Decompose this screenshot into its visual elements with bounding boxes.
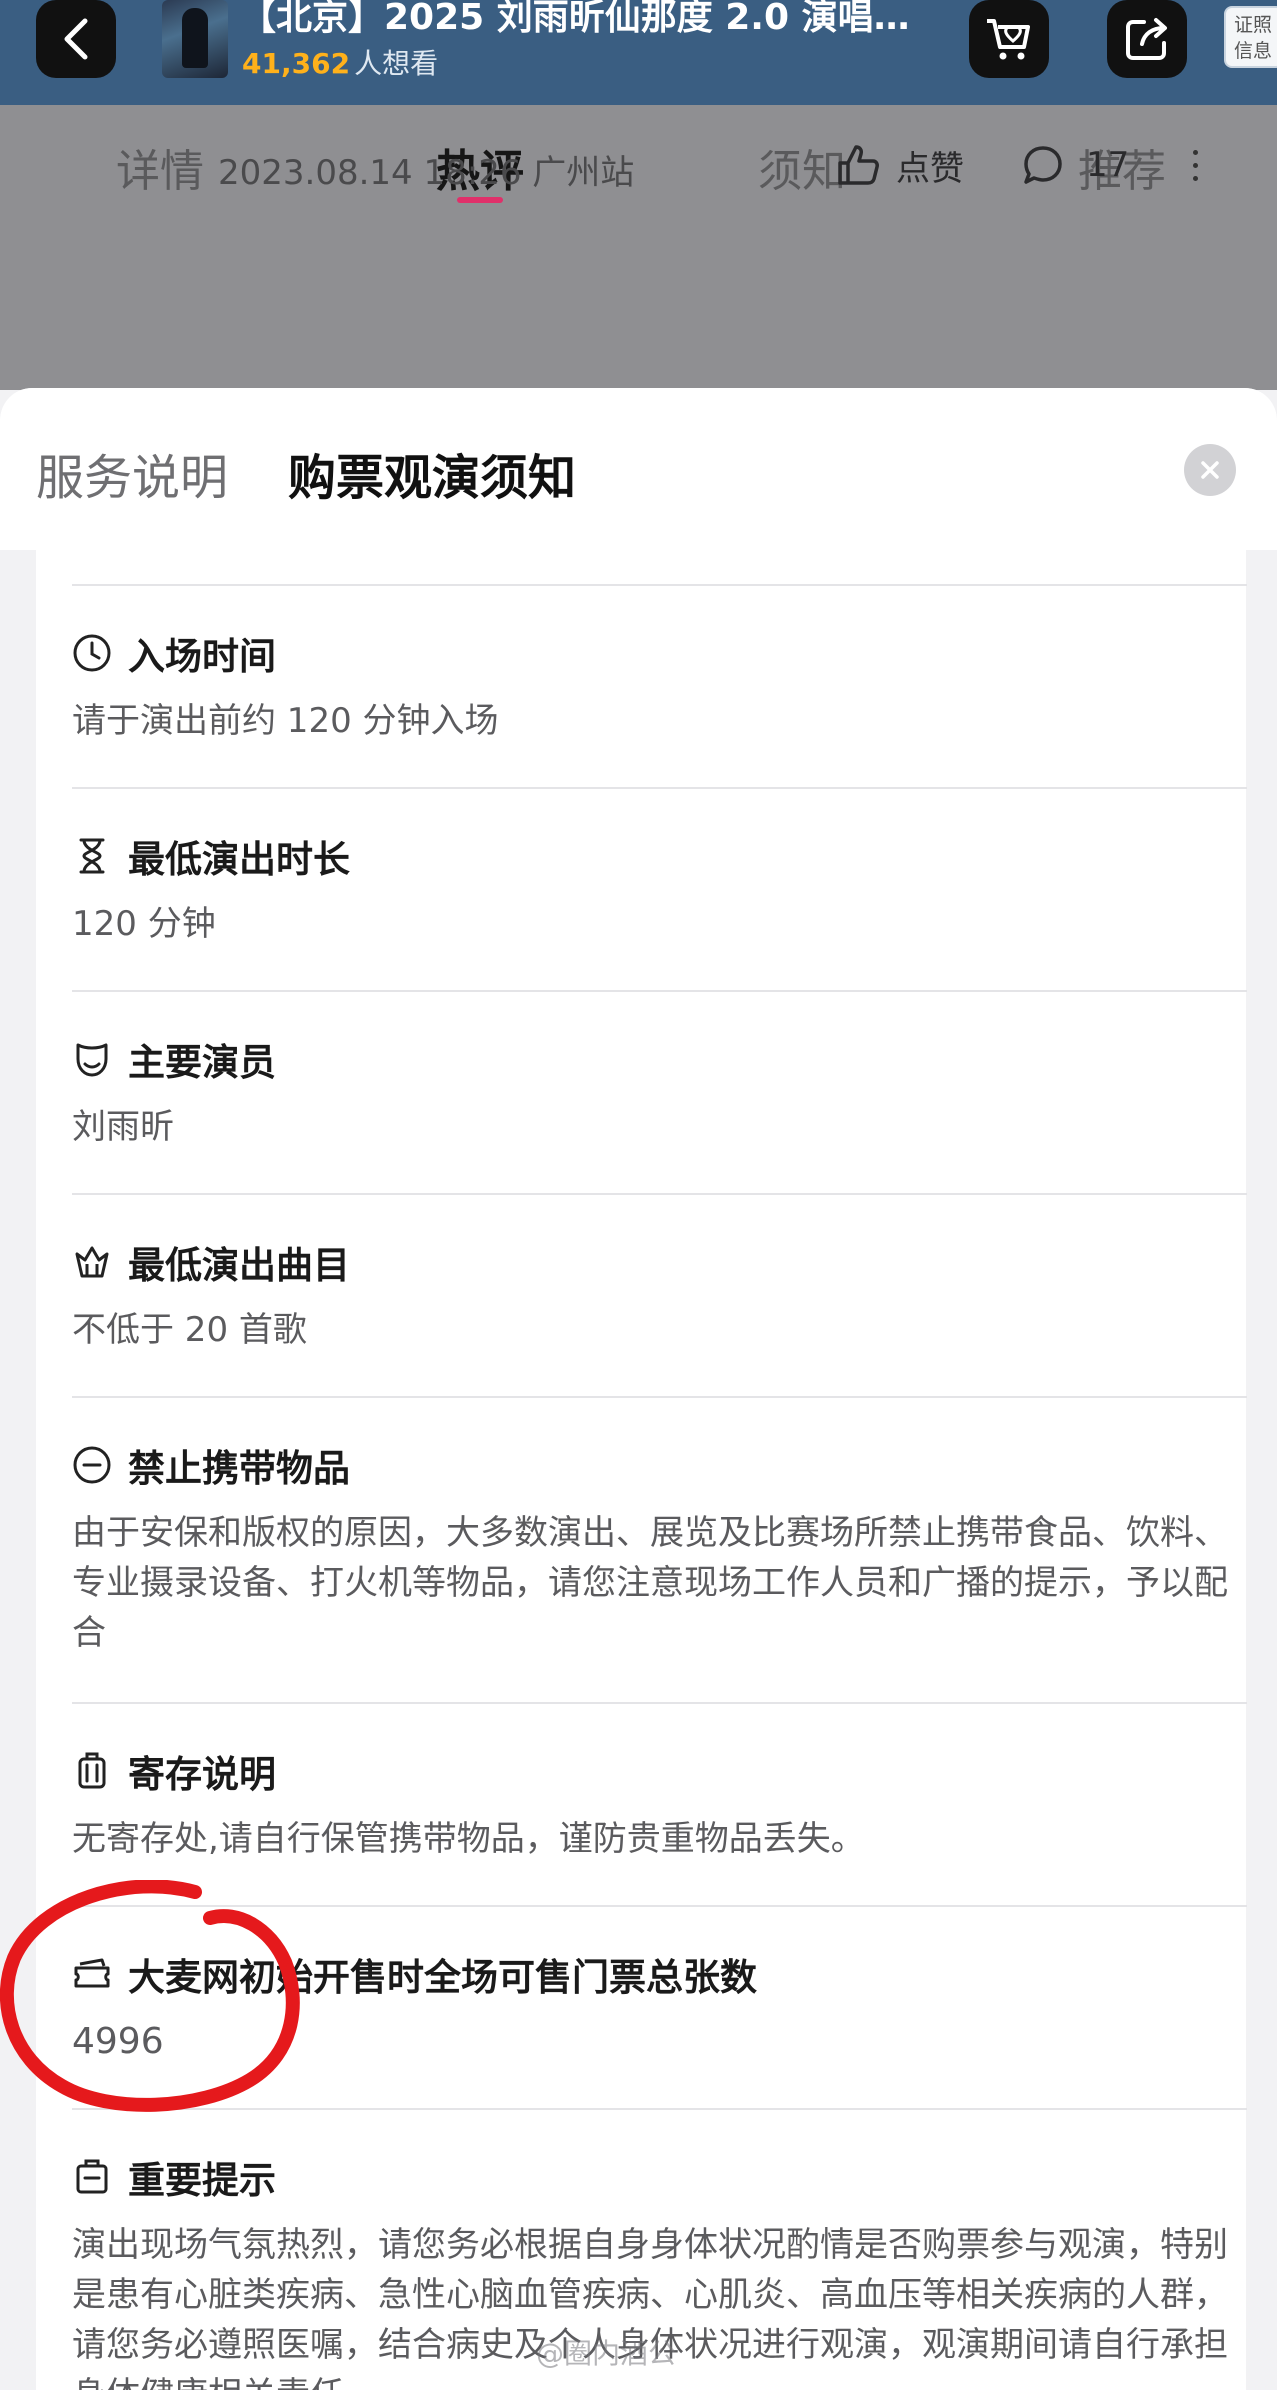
section-body: 不低于 20 首歌 xyxy=(72,1310,307,1350)
back-icon xyxy=(64,18,88,60)
notice-icon xyxy=(76,2159,108,2194)
section-title: 禁止携带物品 xyxy=(128,1447,350,1490)
crown-icon xyxy=(75,1246,109,1278)
close-button[interactable] xyxy=(1184,444,1236,496)
wishlist-button[interactable] xyxy=(969,0,1049,78)
dimmed-background xyxy=(0,245,1277,390)
more-options-button[interactable] xyxy=(1180,140,1210,190)
notice-section: 寄存说明 无寄存处,请自行保管携带物品，谨防贵重物品丢失。 xyxy=(72,1702,1247,1905)
notice-bottom-sheet: 服务说明 购票观演须知 入场时间 请于演出前约 120 分钟入场 最低演出时长 … xyxy=(0,388,1277,2390)
prohibited-icon xyxy=(73,1446,111,1484)
section-title: 最低演出曲目 xyxy=(128,1244,350,1287)
tab-ticket-notice[interactable]: 购票观演须知 xyxy=(288,438,576,508)
mask-icon xyxy=(76,1043,108,1077)
active-tab-indicator xyxy=(457,197,503,203)
comment-count-value: 17 xyxy=(1086,145,1130,185)
ticket-icon xyxy=(74,1958,110,1988)
section-title: 大麦网初始开售时全场可售门票总张数 xyxy=(128,1956,757,1999)
section-title: 主要演员 xyxy=(128,1041,276,1084)
section-body: 120 分钟 xyxy=(72,904,216,944)
heart-cart-icon xyxy=(987,19,1030,60)
notice-section: 最低演出曲目 不低于 20 首歌 xyxy=(72,1193,1247,1396)
clock-icon xyxy=(73,634,111,672)
license-info-button[interactable]: 证照信息 xyxy=(1224,6,1277,68)
notice-section: 最低演出时长 120 分钟 xyxy=(72,787,1247,990)
luggage-icon xyxy=(78,1752,106,1789)
hourglass-icon xyxy=(79,838,105,874)
notice-section: 禁止携带物品 由于安保和版权的原因，大多数演出、展览及比赛场所禁止携带食品、饮料… xyxy=(72,1396,1247,1702)
like-label: 点赞 xyxy=(896,148,964,189)
speech-bubble-icon xyxy=(1024,146,1062,184)
section-body: 由于安保和版权的原因，大多数演出、展览及比赛场所禁止携带食品、饮料、专业摄录设备… xyxy=(72,1513,1228,1653)
event-poster-thumbnail[interactable] xyxy=(162,0,228,78)
tab-service-description[interactable]: 服务说明 xyxy=(36,438,228,508)
event-title: 【北京】2025 刘雨昕仙那度 2.0 演唱… xyxy=(240,0,910,38)
notice-section: 入场时间 请于演出前约 120 分钟入场 xyxy=(72,584,1247,787)
sheet-header: 服务说明 购票观演须知 xyxy=(0,388,1277,550)
section-body: 无寄存处,请自行保管携带物品，谨防贵重物品丢失。 xyxy=(72,1819,865,1859)
section-title: 最低演出时长 xyxy=(128,838,350,881)
close-icon xyxy=(1201,461,1219,479)
top-app-bar: 【北京】2025 刘雨昕仙那度 2.0 演唱… 41,362 人想看 证照信息 xyxy=(0,0,1277,105)
back-button[interactable] xyxy=(36,0,116,78)
share-button[interactable] xyxy=(1107,0,1187,78)
section-body: 4996 xyxy=(72,2021,164,2062)
want-number: 41,362 xyxy=(242,47,351,80)
section-body: 请于演出前约 120 分钟入场 xyxy=(72,701,499,741)
want-count: 41,362 人想看 xyxy=(242,44,438,84)
like-button[interactable]: 点赞 xyxy=(836,140,964,190)
watermark: @圈内酒公 xyxy=(536,2337,677,2370)
thumbs-up-icon xyxy=(838,145,879,185)
section-body: 刘雨昕 xyxy=(72,1107,174,1147)
comment-button[interactable]: 17 xyxy=(1022,140,1129,190)
share-icon xyxy=(1126,18,1167,60)
notice-section: 大麦网初始开售时全场可售门票总张数 4996 xyxy=(72,1905,1247,2108)
notice-section: 主要演员 刘雨昕 xyxy=(72,990,1247,1193)
comment-meta: 2023.08.14 18:26 广州站 xyxy=(218,153,635,193)
section-title: 寄存说明 xyxy=(128,1753,276,1796)
section-title: 重要提示 xyxy=(128,2159,276,2202)
section-title: 入场时间 xyxy=(128,635,276,678)
notice-card: 入场时间 请于演出前约 120 分钟入场 最低演出时长 120 分钟 主要演员 … xyxy=(36,550,1247,2390)
want-label: 人想看 xyxy=(354,47,439,80)
